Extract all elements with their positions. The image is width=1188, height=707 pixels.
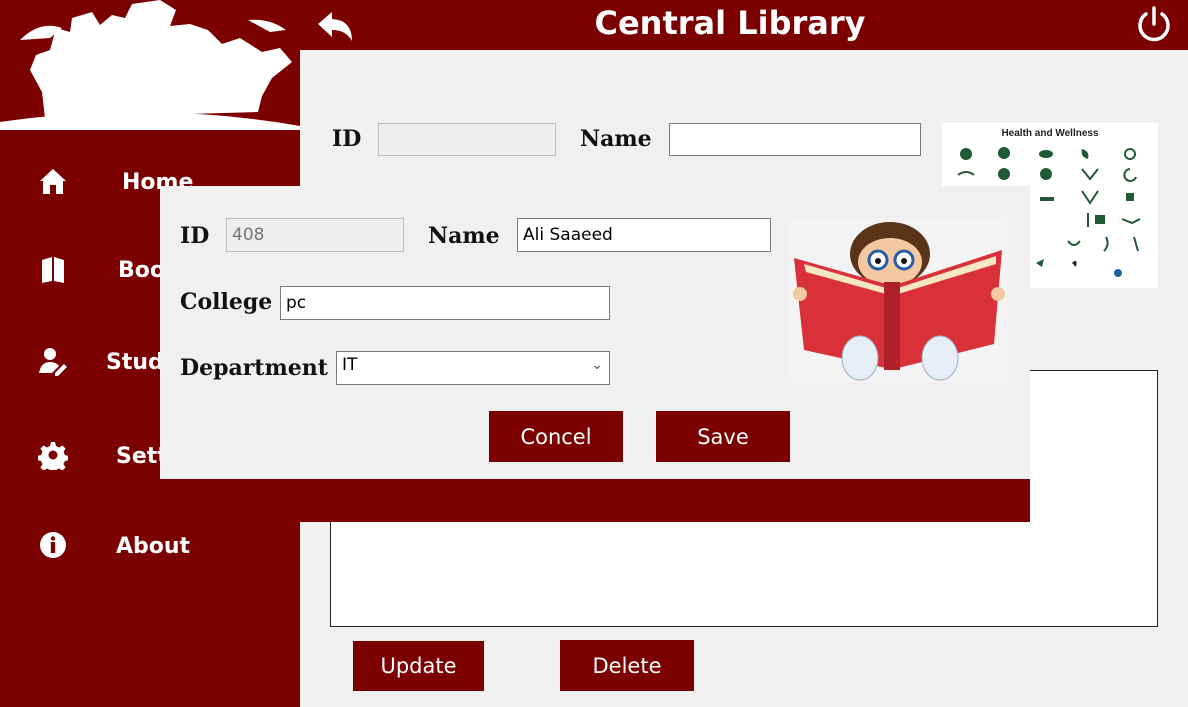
reading-boy-image <box>790 218 1007 383</box>
sidebar-item-label: About <box>116 534 191 559</box>
back-arrow-icon[interactable] <box>314 8 356 44</box>
save-button[interactable]: Save <box>656 411 790 462</box>
dialog-id-label: ID <box>180 223 210 249</box>
dialog-name-label: Name <box>428 223 500 249</box>
books-icon <box>42 257 64 283</box>
department-label: Department <box>180 355 328 381</box>
id-field[interactable] <box>378 123 556 156</box>
power-icon[interactable] <box>1134 4 1174 44</box>
delete-button[interactable]: Delete <box>560 640 694 691</box>
department-value: IT <box>342 355 358 375</box>
department-select[interactable]: IT ⌄ <box>336 351 610 385</box>
dialog-id-field[interactable] <box>226 218 404 252</box>
library-logo <box>0 0 300 130</box>
user-edit-icon <box>39 348 67 376</box>
chevron-down-icon: ⌄ <box>591 357 603 373</box>
gear-icon <box>38 442 68 470</box>
update-button[interactable]: Update <box>353 641 484 691</box>
home-icon <box>40 169 66 194</box>
name-label: Name <box>580 126 652 152</box>
page-title: Central Library <box>594 4 866 42</box>
dialog-name-field[interactable] <box>517 218 771 252</box>
college-label: College <box>180 289 273 315</box>
id-label: ID <box>332 126 362 152</box>
name-field[interactable] <box>669 123 921 156</box>
cancel-button[interactable]: Concel <box>489 411 623 462</box>
college-field[interactable] <box>280 286 610 320</box>
sidebar-item-about[interactable]: About <box>0 520 300 570</box>
info-icon <box>40 532 66 558</box>
